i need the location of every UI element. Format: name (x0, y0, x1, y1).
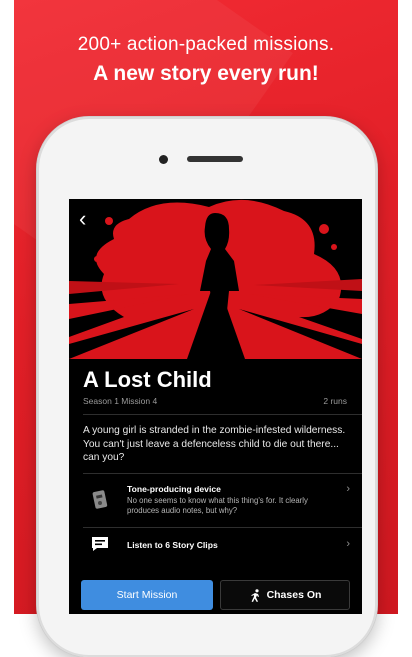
runs-count: 2 runs (323, 396, 347, 406)
runner-icon (250, 588, 259, 602)
start-mission-button[interactable]: Start Mission (81, 580, 213, 610)
item-subtitle: No one seems to know what this thing's f… (127, 496, 308, 515)
chevron-left-icon: ‹ (79, 206, 87, 231)
promo-headline-line2: A new story every run! (93, 62, 319, 85)
story-clips-icon (92, 537, 108, 551)
front-camera-icon (159, 155, 168, 164)
item-title: Tone-producing device (127, 484, 221, 494)
back-button[interactable]: ‹ (79, 208, 86, 230)
mission-hero-image (69, 199, 362, 359)
divider (83, 414, 362, 415)
chases-toggle-button[interactable]: Chases On (220, 580, 350, 610)
chevron-right-icon: › (346, 483, 350, 495)
chevron-right-icon: › (346, 538, 350, 550)
list-item-story-clips[interactable]: Listen to 6 Story Clips › (83, 528, 362, 562)
app-screen: ‹ A Lost Child Season 1 Mission 4 2 runs… (69, 199, 362, 614)
earpiece-speaker-icon (187, 156, 243, 162)
season-mission-label: Season 1 Mission 4 (83, 396, 158, 406)
list-item-tone-device[interactable]: Tone-producing device No one seems to kn… (83, 474, 362, 526)
promo-headline-line1: 200+ action-packed missions. (77, 34, 335, 55)
mission-title: A Lost Child (83, 367, 212, 392)
device-icon (92, 490, 108, 509)
chases-label: Chases On (266, 589, 322, 601)
mission-meta-row: Season 1 Mission 4 2 runs (83, 396, 347, 410)
mission-description: A young girl is stranded in the zombie-i… (83, 425, 346, 463)
item-title: Listen to 6 Story Clips (127, 540, 218, 550)
